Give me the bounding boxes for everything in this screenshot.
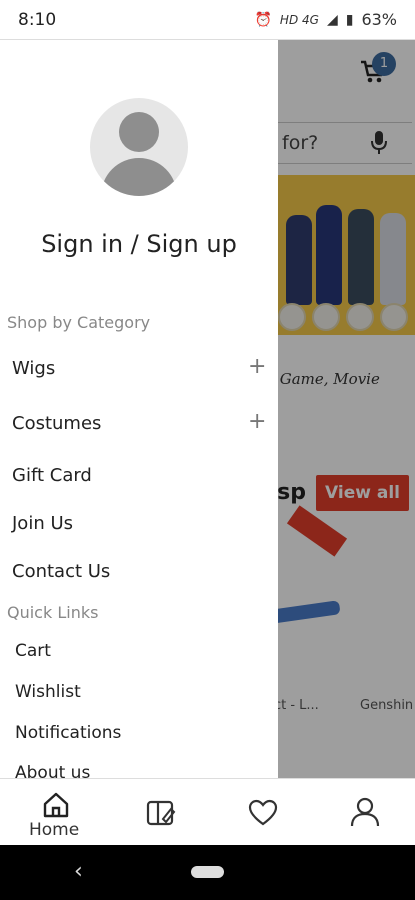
user-icon[interactable]: [350, 797, 380, 827]
menu-join-us[interactable]: Join Us: [12, 513, 73, 534]
expand-plus-icon[interactable]: +: [248, 409, 266, 434]
home-pill[interactable]: [191, 866, 224, 878]
bottom-nav: Home: [0, 778, 415, 845]
shop-by-category-header: Shop by Category: [7, 313, 151, 332]
navigation-drawer: Sign in / Sign up Shop by Category Wigs …: [0, 40, 278, 778]
catalog-icon[interactable]: [146, 799, 176, 827]
category-wigs[interactable]: Wigs: [12, 358, 55, 379]
sign-in-link[interactable]: Sign in / Sign up: [0, 230, 278, 258]
status-bar: 8:10 ⏰ HD 4G ◢ ▮ 63%: [0, 0, 415, 40]
back-icon[interactable]: ‹: [74, 859, 83, 884]
status-time: 8:10: [18, 10, 57, 30]
home-icon[interactable]: [42, 791, 70, 819]
menu-gift-card[interactable]: Gift Card: [12, 465, 92, 486]
avatar-icon[interactable]: [90, 98, 188, 196]
expand-plus-icon[interactable]: +: [248, 354, 266, 379]
heart-icon[interactable]: [248, 799, 278, 827]
network-label: HD 4G: [279, 12, 319, 27]
nav-home-label[interactable]: Home: [29, 820, 79, 840]
battery-icon: ▮: [345, 11, 354, 28]
quick-link-wishlist[interactable]: Wishlist: [15, 682, 81, 702]
menu-contact-us[interactable]: Contact Us: [12, 561, 110, 582]
alarm-icon: ⏰: [254, 11, 272, 28]
quick-link-about-us[interactable]: About us: [15, 763, 90, 778]
quick-link-notifications[interactable]: Notifications: [15, 723, 121, 743]
battery-percent: 63%: [361, 10, 397, 29]
signal-icon: ◢: [326, 11, 338, 28]
quick-link-cart[interactable]: Cart: [15, 641, 51, 661]
category-costumes[interactable]: Costumes: [12, 413, 101, 434]
system-nav-bar: ‹: [0, 845, 415, 900]
quick-links-header: Quick Links: [7, 603, 99, 622]
